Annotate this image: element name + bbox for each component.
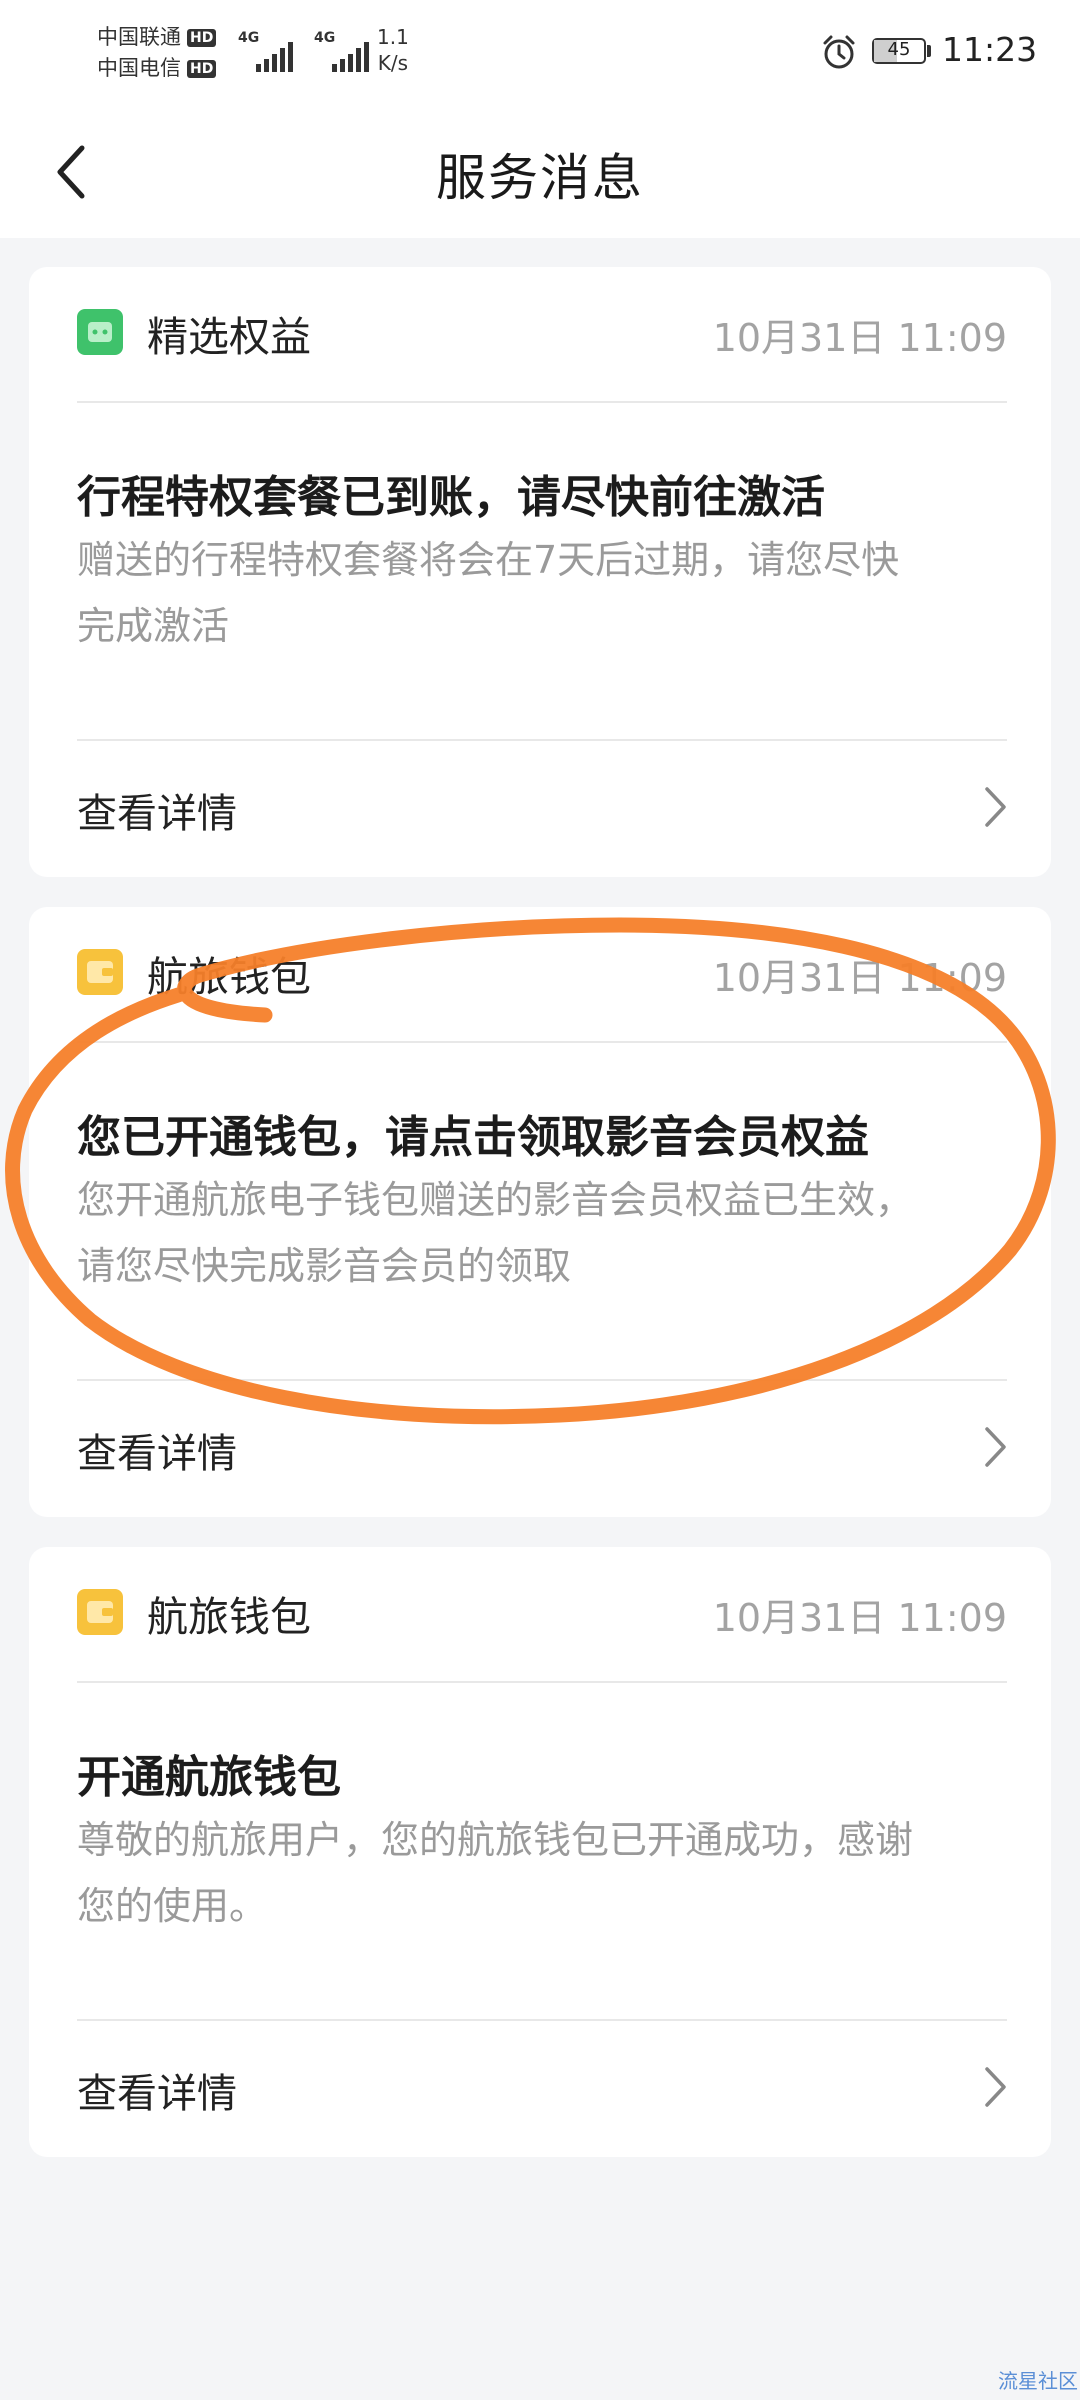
app-name: 精选权益	[147, 313, 311, 361]
message-card: 航旅钱包 10月31日 11:09 开通航旅钱包 尊敬的航旅用户，您的航旅钱包已…	[29, 1547, 1051, 2157]
message-time: 10月31日 11:09	[712, 956, 1007, 1000]
divider	[77, 2019, 1007, 2021]
battery-icon: 45	[872, 38, 926, 64]
app-header: 服务消息	[0, 110, 1080, 238]
view-details-label: 查看详情	[77, 791, 237, 837]
signal-group: 4G 4G	[238, 30, 370, 72]
network-speed: 1.1 K/s	[377, 24, 409, 76]
message-time: 10月31日 11:09	[712, 316, 1007, 360]
message-body-line: 完成激活	[77, 604, 230, 648]
status-right-group: 45 11:23	[760, 28, 1080, 78]
carrier-name: 中国电信	[97, 56, 181, 80]
message-title: 开通航旅钱包	[77, 1752, 341, 1803]
message-card: 航旅钱包 10月31日 11:09 您已开通钱包，请点击领取影音会员权益 您开通…	[29, 907, 1051, 1517]
message-card: 精选权益 10月31日 11:09 行程特权套餐已到账，请尽快前往激活 赠送的行…	[29, 267, 1051, 877]
speed-value: 1.1	[377, 25, 409, 49]
green-robot-icon	[77, 309, 123, 355]
message-body: 赠送的行程特权套餐将会在7天后过期，请您尽快 完成激活	[77, 527, 1007, 659]
view-details-row[interactable]: 查看详情	[29, 743, 1051, 877]
chevron-right-icon	[985, 1427, 1006, 1467]
message-body: 您开通航旅电子钱包赠送的影音会员权益已生效， 请您尽快完成影音会员的领取	[77, 1167, 1007, 1299]
view-details-row[interactable]: 查看详情	[29, 1383, 1051, 1517]
message-title: 您已开通钱包，请点击领取影音会员权益	[77, 1112, 869, 1163]
wallet-icon	[77, 949, 123, 995]
message-card-header: 精选权益 10月31日 11:09	[29, 267, 1051, 401]
wallet-icon	[77, 1589, 123, 1635]
carrier-list: 中国联通 HD 中国电信 HD	[97, 22, 217, 84]
message-body-line: 赠送的行程特权套餐将会在7天后过期，请您尽快	[77, 538, 900, 582]
message-title: 行程特权套餐已到账，请尽快前往激活	[77, 472, 825, 523]
alarm-icon	[823, 35, 855, 69]
message-body-line: 您的使用。	[77, 1884, 268, 1928]
status-bar: 中国联通 HD 中国电信 HD 4G 4G 1.1 K/s 45 11:23	[0, 0, 1080, 110]
message-time: 10月31日 11:09	[712, 1596, 1007, 1640]
app-name: 航旅钱包	[147, 1593, 311, 1641]
hd-badge: HD	[187, 28, 217, 47]
hd-badge: HD	[187, 59, 217, 78]
message-body-line: 请您尽快完成影音会员的领取	[77, 1244, 572, 1288]
message-card-header: 航旅钱包 10月31日 11:09	[29, 1547, 1051, 1681]
message-body-line: 您开通航旅电子钱包赠送的影音会员权益已生效，	[77, 1178, 914, 1222]
message-body-line: 尊敬的航旅用户，您的航旅钱包已开通成功，感谢	[77, 1818, 914, 1862]
battery-tip	[927, 45, 931, 57]
page-title: 服务消息	[436, 149, 644, 207]
divider	[77, 739, 1007, 741]
view-details-label: 查看详情	[77, 2071, 237, 2117]
carrier-row: 中国电信 HD	[97, 53, 217, 84]
message-body: 尊敬的航旅用户，您的航旅钱包已开通成功，感谢 您的使用。	[77, 1807, 1007, 1939]
carrier-row: 中国联通 HD	[97, 22, 217, 53]
chevron-right-icon	[985, 2067, 1006, 2107]
view-details-label: 查看详情	[77, 1431, 237, 1477]
signal-icon: 4G	[238, 30, 294, 72]
speed-unit: K/s	[377, 51, 409, 75]
chevron-right-icon	[985, 787, 1006, 827]
signal-icon: 4G	[314, 30, 370, 72]
view-details-row[interactable]: 查看详情	[29, 2023, 1051, 2157]
watermark-text: 流星社区	[998, 2369, 1078, 2393]
divider	[77, 401, 1007, 403]
app-name: 航旅钱包	[147, 953, 311, 1001]
divider	[77, 1681, 1007, 1683]
divider	[77, 1379, 1007, 1381]
status-time: 11:23	[942, 30, 1038, 69]
carrier-name: 中国联通	[97, 25, 181, 49]
message-card-header: 航旅钱包 10月31日 11:09	[29, 907, 1051, 1041]
divider	[77, 1041, 1007, 1043]
battery-level: 45	[887, 39, 911, 60]
